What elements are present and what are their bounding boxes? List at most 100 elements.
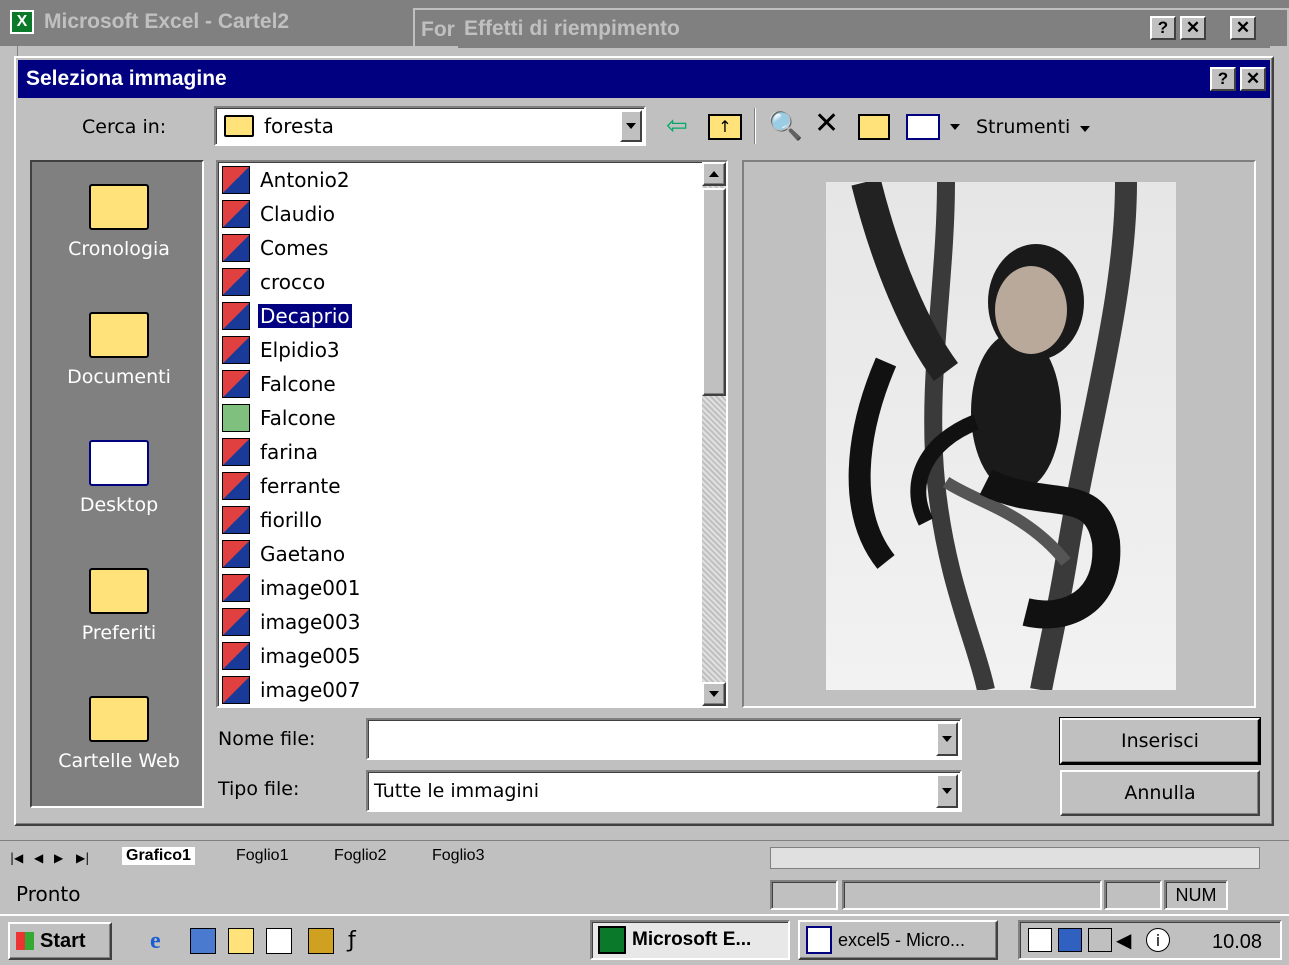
back-icon[interactable]: ⇦ xyxy=(666,113,696,140)
place-history-label: Cronologia xyxy=(68,238,170,260)
dialog-close-button[interactable]: ✕ xyxy=(1240,67,1266,91)
file-list-item[interactable]: Falcone xyxy=(222,368,338,400)
file-list-item[interactable]: ferrante xyxy=(222,470,343,502)
status-panel-1 xyxy=(770,880,838,910)
file-type-label: Tipo file: xyxy=(218,778,300,800)
file-list-item[interactable]: Claudio xyxy=(222,198,337,230)
num-lock-text: NUM xyxy=(1175,885,1217,905)
tab-nav-next-icon[interactable]: ▶ xyxy=(54,849,68,867)
look-in-combo[interactable]: foresta xyxy=(214,106,646,146)
file-type-select[interactable]: Tutte le immagini xyxy=(366,770,962,812)
image-file-icon xyxy=(222,676,250,704)
explorer-quicklaunch-icon[interactable] xyxy=(228,928,254,954)
place-documents[interactable]: Documenti xyxy=(32,312,206,388)
file-list[interactable]: Antonio2 Claudio Comes crocco Decaprio Elpidi… xyxy=(216,160,728,708)
file-list-item[interactable]: image005 xyxy=(222,640,362,672)
new-folder-icon[interactable] xyxy=(858,114,890,140)
search-web-icon[interactable]: 🔍 xyxy=(768,112,803,142)
fill-effects-help-button[interactable]: ? xyxy=(1150,16,1176,40)
file-list-item[interactable]: fiorillo xyxy=(222,504,324,536)
tab-grafico1[interactable]: Grafico1 xyxy=(122,847,195,865)
place-desktop[interactable]: Desktop xyxy=(32,440,206,516)
file-list-item[interactable]: Antonio2 xyxy=(222,164,352,196)
file-list-item[interactable]: image001 xyxy=(222,572,362,604)
look-in-label: Cerca in: xyxy=(82,116,167,138)
file-list-item[interactable]: Decaprio xyxy=(222,300,353,332)
file-name-dropdown-arrow[interactable] xyxy=(936,722,958,756)
tab-foglio2[interactable]: Foglio2 xyxy=(334,847,386,865)
delete-icon[interactable]: ✕ xyxy=(814,109,844,140)
ie-icon[interactable]: e xyxy=(150,928,176,954)
monitor-tray-icon[interactable] xyxy=(1058,928,1082,952)
scheduler-tray-icon[interactable] xyxy=(1028,928,1052,952)
image-file-icon xyxy=(222,404,250,432)
fill-effects-close-button[interactable]: ✕ xyxy=(1180,16,1206,40)
info-tray-icon[interactable]: i xyxy=(1146,928,1170,952)
web-folders-icon xyxy=(89,696,149,742)
file-name-input[interactable] xyxy=(366,718,962,760)
toolbar-separator xyxy=(754,108,756,144)
up-folder-icon[interactable]: ↑ xyxy=(708,114,742,140)
status-text: Pronto xyxy=(16,882,81,906)
tab-nav-last-icon[interactable]: ▶| xyxy=(76,849,98,867)
scroll-down-button[interactable] xyxy=(702,682,726,706)
tab-foglio3[interactable]: Foglio3 xyxy=(432,847,484,865)
clock: 10.08 xyxy=(1212,931,1263,953)
task-word[interactable]: excel5 - Micro... xyxy=(798,920,998,960)
place-web-folders[interactable]: Cartelle Web xyxy=(32,696,206,772)
tab-nav-prev-icon[interactable]: ◀ xyxy=(34,849,48,867)
system-tray: ◀ i 10.08 xyxy=(1018,920,1282,960)
image-file-icon xyxy=(222,540,250,568)
format-dialog-close-button[interactable]: ✕ xyxy=(1230,16,1256,40)
place-history[interactable]: Cronologia xyxy=(32,184,206,260)
scroll-up-button[interactable] xyxy=(702,162,726,186)
scroll-thumb[interactable] xyxy=(702,188,726,396)
tab-nav-first-icon[interactable]: |◀ xyxy=(10,849,28,867)
desktop-icon xyxy=(89,440,149,486)
image-file-icon xyxy=(222,200,250,228)
look-in-dropdown-arrow[interactable] xyxy=(620,110,642,142)
file-list-item[interactable]: image003 xyxy=(222,606,362,638)
file-name-text: Gaetano xyxy=(260,542,346,566)
network-tray-icon[interactable] xyxy=(1088,928,1112,952)
file-list-item[interactable]: Gaetano xyxy=(222,538,347,570)
tools-dropdown-icon[interactable] xyxy=(1080,126,1090,132)
horizontal-scrollbar[interactable] xyxy=(770,847,1260,869)
task-excel[interactable]: Microsoft E... xyxy=(590,920,790,960)
file-list-item[interactable]: Elpidio3 xyxy=(222,334,342,366)
views-icon[interactable] xyxy=(906,114,940,140)
file-list-item[interactable]: image007 xyxy=(222,674,362,706)
file-list-item[interactable]: Falcone xyxy=(222,402,338,434)
insert-button[interactable]: Inserisci xyxy=(1059,717,1261,765)
file-name-text: Claudio xyxy=(260,202,335,226)
start-label: Start xyxy=(40,929,86,952)
dialog-help-button[interactable]: ? xyxy=(1210,67,1236,91)
app-quicklaunch-icon[interactable]: ƒ xyxy=(348,928,368,954)
file-list-scrollbar[interactable] xyxy=(702,162,726,706)
image-file-icon xyxy=(222,642,250,670)
cancel-button[interactable]: Annulla xyxy=(1060,770,1260,816)
file-name-text: image007 xyxy=(260,678,361,702)
views-dropdown-icon[interactable] xyxy=(950,124,960,130)
file-name-text: image005 xyxy=(260,644,361,668)
file-name-text: Decaprio xyxy=(257,303,353,329)
desktop-quicklaunch-icon[interactable] xyxy=(190,928,216,954)
file-list-item[interactable]: crocco xyxy=(222,266,327,298)
image-file-icon xyxy=(222,234,250,262)
image-file-icon xyxy=(222,166,250,194)
place-favorites[interactable]: Preferiti xyxy=(32,568,206,644)
tab-foglio1[interactable]: Foglio1 xyxy=(236,847,288,865)
file-name-text: ferrante xyxy=(260,474,341,498)
volume-tray-icon[interactable]: ◀ xyxy=(1116,928,1140,952)
windows-logo-icon xyxy=(16,932,34,950)
file-list-item[interactable]: Comes xyxy=(222,232,330,264)
tools-menu[interactable]: Strumenti xyxy=(976,116,1070,138)
insert-button-label: Inserisci xyxy=(1121,730,1199,752)
file-name-text: Antonio2 xyxy=(260,168,350,192)
edit-quicklaunch-icon[interactable] xyxy=(266,928,292,954)
start-button[interactable]: Start xyxy=(8,922,112,960)
file-list-item[interactable]: farina xyxy=(222,436,320,468)
file-name-text: image001 xyxy=(260,576,361,600)
file-type-dropdown-arrow[interactable] xyxy=(936,774,958,808)
media-quicklaunch-icon[interactable] xyxy=(308,928,334,954)
